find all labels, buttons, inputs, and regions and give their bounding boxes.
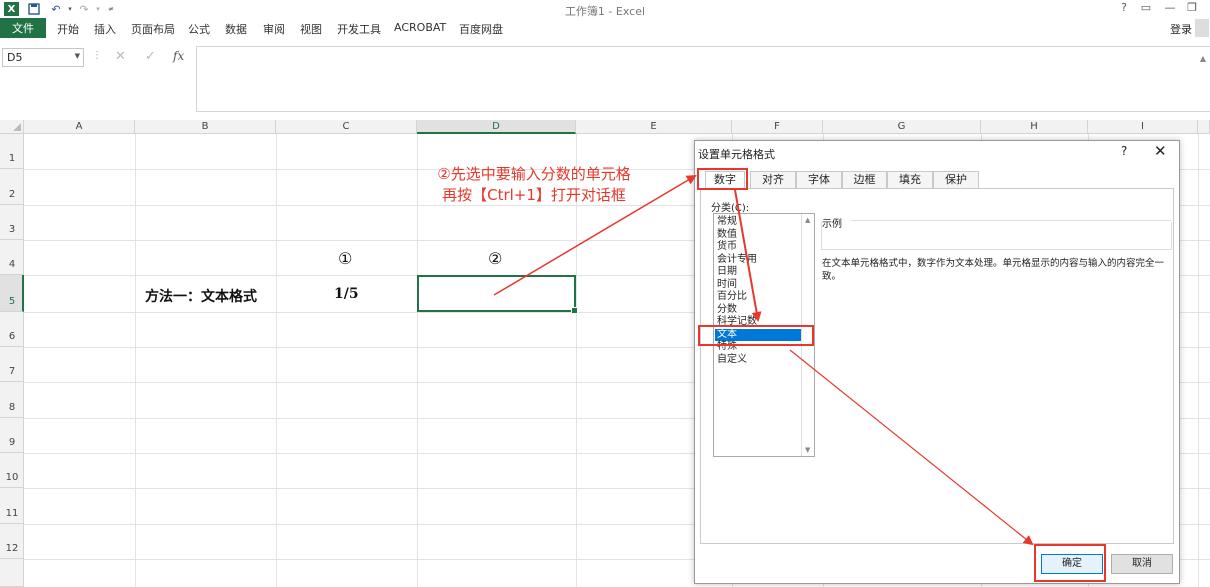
arrow-to-number-tab (493, 174, 697, 296)
arrow-to-text-category (734, 189, 762, 322)
annotation-arrows (493, 174, 1034, 546)
arrow-to-ok-button (789, 349, 1034, 546)
